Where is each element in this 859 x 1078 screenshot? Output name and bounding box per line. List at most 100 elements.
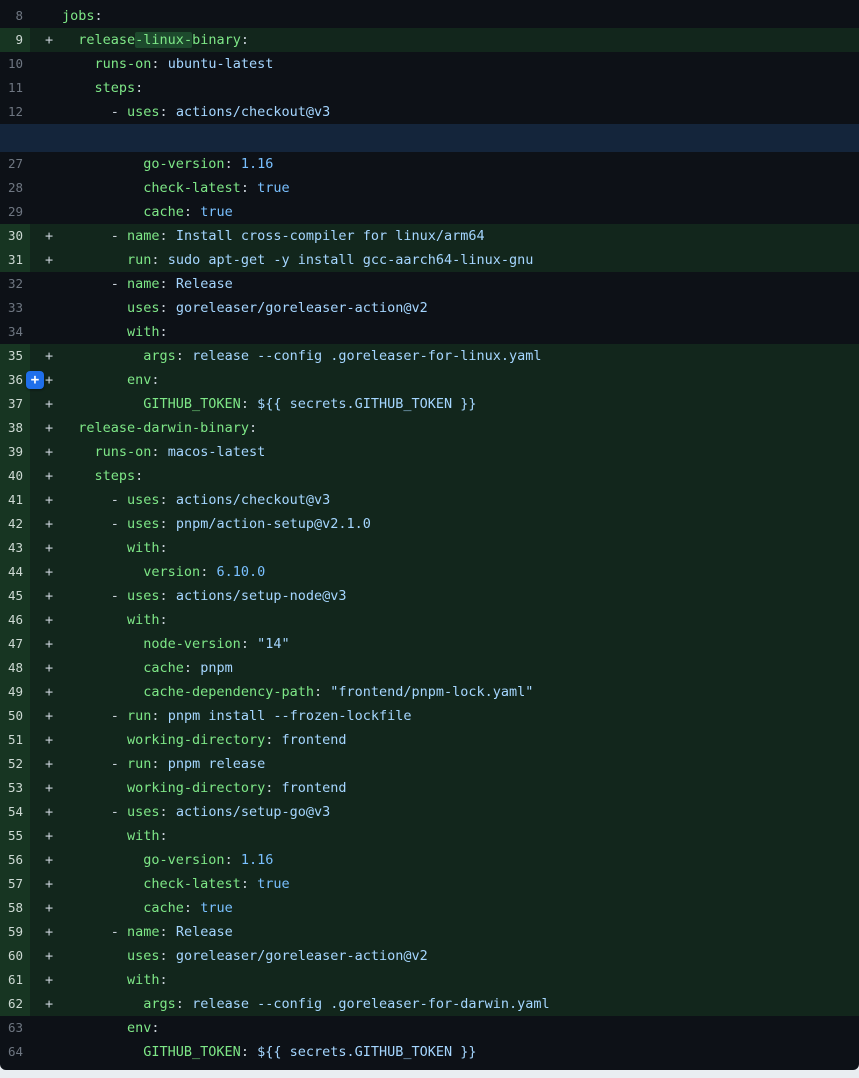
line-number[interactable]: 53 [0, 776, 30, 800]
code-line: - run: pnpm release [62, 752, 859, 776]
code-token: "14" [257, 636, 290, 652]
code-token [62, 420, 78, 436]
diff-marker: + [30, 944, 62, 968]
code-token: release [78, 32, 135, 48]
line-number[interactable]: 11 [0, 76, 30, 100]
line-number[interactable]: 55 [0, 824, 30, 848]
line-number[interactable]: 10 [0, 52, 30, 76]
line-number[interactable]: 46 [0, 608, 30, 632]
line-number[interactable]: 57 [0, 872, 30, 896]
code-line: cache: true [62, 896, 859, 920]
line-number[interactable]: 33 [0, 296, 30, 320]
code-token: : [314, 684, 330, 700]
code-line: uses: goreleaser/goreleaser-action@v2 [62, 296, 859, 320]
line-number[interactable]: 27 [0, 152, 30, 176]
diff-marker [30, 152, 62, 176]
diff-row: 31+ run: sudo apt-get -y install gcc-aar… [0, 248, 859, 272]
line-number[interactable]: 32 [0, 272, 30, 296]
diff-row: 34 with: [0, 320, 859, 344]
line-number[interactable]: 34 [0, 320, 30, 344]
diff-marker: + [30, 824, 62, 848]
code-token: steps [95, 468, 136, 484]
line-number[interactable]: 9 [0, 28, 30, 52]
diff-marker [30, 4, 62, 28]
code-token [62, 972, 127, 988]
line-number[interactable]: 52 [0, 752, 30, 776]
hunk-expand-row[interactable] [0, 124, 859, 152]
code-token [62, 324, 127, 340]
line-number[interactable]: 63 [0, 1016, 30, 1040]
code-token: : [135, 80, 143, 96]
line-number[interactable]: 31 [0, 248, 30, 272]
diff-row: 43+ with: [0, 536, 859, 560]
diff-marker: + [30, 800, 62, 824]
code-token: : [176, 996, 192, 1012]
code-token: : [160, 228, 176, 244]
code-token: go-version [143, 156, 224, 172]
line-number[interactable]: 60 [0, 944, 30, 968]
line-number[interactable]: 59 [0, 920, 30, 944]
code-token: - [62, 276, 127, 292]
code-token: node-version [143, 636, 241, 652]
diff-word-highlight: -linux- [135, 32, 192, 48]
diff-row: 49+ cache-dependency-path: "frontend/pnp… [0, 680, 859, 704]
diff-row: 54+ - uses: actions/setup-go@v3 [0, 800, 859, 824]
line-number[interactable]: 40 [0, 464, 30, 488]
code-token: : [160, 492, 176, 508]
code-token: - [62, 228, 127, 244]
code-token: - [62, 804, 127, 820]
code-token: actions/setup-node@v3 [176, 588, 347, 604]
code-token [62, 612, 127, 628]
line-number[interactable]: 29 [0, 200, 30, 224]
code-token: env [127, 372, 151, 388]
code-token [62, 80, 95, 96]
line-number[interactable]: 39 [0, 440, 30, 464]
diff-marker: + [30, 248, 62, 272]
code-line: - name: Install cross-compiler for linux… [62, 224, 859, 248]
line-number[interactable]: 48 [0, 656, 30, 680]
line-number[interactable]: 64 [0, 1040, 30, 1064]
code-token: working-directory [127, 780, 265, 796]
line-number[interactable]: 47 [0, 632, 30, 656]
code-token: : [241, 876, 257, 892]
code-line: working-directory: frontend [62, 776, 859, 800]
line-number[interactable]: 61 [0, 968, 30, 992]
line-number[interactable]: 58 [0, 896, 30, 920]
line-number[interactable]: 12 [0, 100, 30, 124]
line-number[interactable]: 56 [0, 848, 30, 872]
line-number[interactable]: 28 [0, 176, 30, 200]
line-number[interactable]: 50 [0, 704, 30, 728]
line-number[interactable]: 30 [0, 224, 30, 248]
code-line: cache: pnpm [62, 656, 859, 680]
line-number[interactable]: 38 [0, 416, 30, 440]
line-number[interactable]: 44 [0, 560, 30, 584]
code-token [62, 684, 143, 700]
code-line: uses: goreleaser/goreleaser-action@v2 [62, 944, 859, 968]
line-number[interactable]: 42 [0, 512, 30, 536]
diff-marker: + [30, 992, 62, 1016]
diff-row: 29 cache: true [0, 200, 859, 224]
code-token: args [143, 996, 176, 1012]
code-token: : [160, 104, 176, 120]
line-number[interactable]: 43 [0, 536, 30, 560]
code-token: release --config .goreleaser-for-darwin.… [192, 996, 550, 1012]
code-token: : [184, 900, 200, 916]
diff-row: 9+ release-linux-binary: [0, 28, 859, 52]
line-number[interactable]: 49 [0, 680, 30, 704]
code-line: with: [62, 824, 859, 848]
line-number[interactable]: 62 [0, 992, 30, 1016]
diff-row: 11 steps: [0, 76, 859, 100]
diff-row: 32 - name: Release [0, 272, 859, 296]
code-token: cache [143, 900, 184, 916]
line-number[interactable]: 35 [0, 344, 30, 368]
line-number[interactable]: 54 [0, 800, 30, 824]
code-token: : [151, 56, 167, 72]
line-number[interactable]: 8 [0, 4, 30, 28]
code-token: : [160, 612, 168, 628]
line-number[interactable]: 41 [0, 488, 30, 512]
line-number[interactable]: 45 [0, 584, 30, 608]
add-comment-button[interactable]: + [26, 371, 44, 389]
line-number[interactable]: 51 [0, 728, 30, 752]
line-number[interactable]: 37 [0, 392, 30, 416]
code-token: with [127, 972, 160, 988]
